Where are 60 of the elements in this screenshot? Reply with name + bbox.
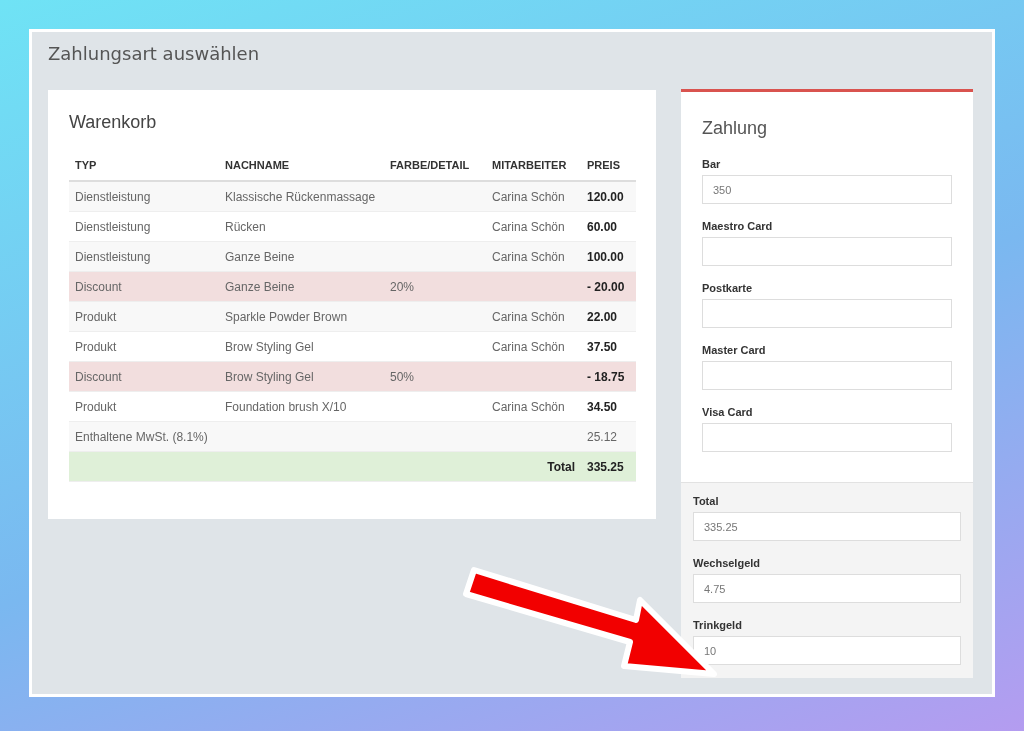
table-cell-text: Dienstleistung xyxy=(74,189,152,204)
field-label: Wechselgeld xyxy=(693,557,761,569)
table-cell-text: Carina Schön xyxy=(491,189,566,204)
table-cell-text: Discount xyxy=(74,369,123,384)
table-cell-text: Produkt xyxy=(74,339,118,354)
table-cell-text: 50% xyxy=(389,369,416,384)
table-cell-text: Discount xyxy=(74,279,123,294)
field-label: Bar xyxy=(702,158,721,170)
price-cell-text: 34.50 xyxy=(586,399,619,414)
field-label: Maestro Card xyxy=(702,220,773,232)
table-cell-text: Produkt xyxy=(74,309,118,324)
price-cell-text: - 20.00 xyxy=(586,279,626,294)
table-cell-text: Carina Schön xyxy=(491,309,566,324)
total-value: 335.25 xyxy=(586,459,625,474)
table-cell-text: Brow Styling Gel xyxy=(224,369,315,384)
cart-title: Warenkorb xyxy=(69,111,157,134)
input-field[interactable] xyxy=(702,423,952,452)
table-cell-text: Ganze Beine xyxy=(224,249,296,264)
payment-title: Zahlung xyxy=(702,117,768,140)
input-field[interactable]: 4.75 xyxy=(693,574,961,603)
price-cell-text: 100.00 xyxy=(586,249,625,264)
price-cell-text: 60.00 xyxy=(586,219,619,234)
price-cell-text: - 18.75 xyxy=(586,369,626,384)
table-cell-text: Rücken xyxy=(224,219,267,234)
table-cell-text: Carina Schön xyxy=(491,399,566,414)
table-cell-text: 20% xyxy=(389,279,416,294)
column-header: PREIS xyxy=(586,159,620,171)
table-cell-text: Enthaltene MwSt. (8.1%) xyxy=(74,429,209,444)
page-title: Zahlungsart auswählen xyxy=(48,42,260,66)
table-cell-text: Brow Styling Gel xyxy=(224,339,315,354)
price-cell-text: 25.12 xyxy=(586,429,619,444)
table-cell-text: Carina Schön xyxy=(491,219,566,234)
column-header: TYP xyxy=(74,159,97,171)
table-cell-text: Foundation brush X/10 xyxy=(224,399,348,414)
column-header: MITARBEITER xyxy=(491,159,567,171)
total-label: Total xyxy=(546,459,576,474)
column-header: FARBE/DETAIL xyxy=(389,159,470,171)
table-cell-text: Produkt xyxy=(74,399,118,414)
price-cell-text: 22.00 xyxy=(586,309,619,324)
input-field[interactable] xyxy=(702,299,952,328)
table-cell-text: Dienstleistung xyxy=(74,219,152,234)
input-field[interactable] xyxy=(702,237,952,266)
input-field[interactable]: 10 xyxy=(693,636,961,665)
field-label: Trinkgeld xyxy=(693,619,742,631)
field-label: Postkarte xyxy=(702,282,753,294)
field-label: Master Card xyxy=(702,344,766,356)
table-cell-text: Klassische Rückenmassage xyxy=(224,189,377,204)
field-label: Visa Card xyxy=(702,406,753,418)
column-header: NACHNAME xyxy=(224,159,290,171)
input-field[interactable]: 350 xyxy=(702,175,952,204)
table-cell-text: Dienstleistung xyxy=(74,249,152,264)
price-cell-text: 37.50 xyxy=(586,339,619,354)
input-field[interactable] xyxy=(702,361,952,390)
price-cell-text: 120.00 xyxy=(586,189,625,204)
table-cell-text: Carina Schön xyxy=(491,339,566,354)
field-label: Total xyxy=(693,495,719,507)
table-cell-text: Carina Schön xyxy=(491,249,566,264)
input-field[interactable]: 335.25 xyxy=(693,512,961,541)
table-cell-text: Sparkle Powder Brown xyxy=(224,309,349,324)
table-cell-text: Ganze Beine xyxy=(224,279,296,294)
